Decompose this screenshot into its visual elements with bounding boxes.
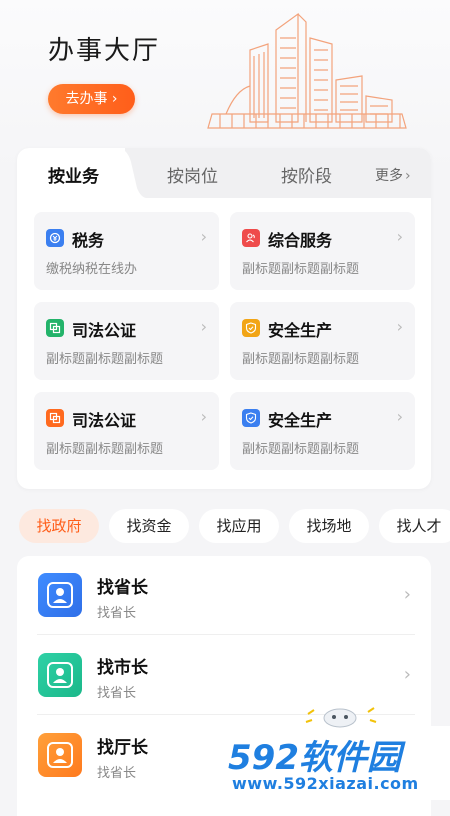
- category-tabs: 按业务 按岗位 按阶段 更多 ›: [17, 148, 431, 198]
- site-watermark: 592软件园 www.592xiazai.com: [222, 707, 450, 800]
- chip-find-venue[interactable]: 找场地: [289, 509, 369, 543]
- tab-by-business[interactable]: 按业务: [48, 162, 99, 187]
- watermark-number: 592: [228, 738, 299, 778]
- service-subtitle: 副标题副标题副标题: [242, 262, 360, 277]
- shield-icon: [242, 319, 260, 337]
- city-skyline-illustration: [207, 12, 407, 129]
- service-subtitle: 副标题副标题副标题: [46, 442, 164, 457]
- notary-icon: [46, 319, 64, 337]
- service-title: 司法公证: [72, 321, 137, 340]
- tax-icon: [46, 229, 64, 247]
- more-tabs-button[interactable]: 更多 ›: [375, 165, 411, 185]
- service-title: 综合服务: [268, 231, 333, 250]
- service-category-card: 按业务 按岗位 按阶段 更多 › 税务 缴税纳税在线办 › 综合服务 副标题副标题…: [17, 148, 431, 489]
- watermark-logo: 592软件园: [228, 730, 401, 779]
- service-subtitle: 副标题副标题副标题: [46, 352, 164, 367]
- service-subtitle: 副标题副标题副标题: [242, 352, 360, 367]
- chevron-right-icon: ›: [200, 407, 207, 426]
- chevron-right-icon: ›: [405, 168, 411, 184]
- service-subtitle: 副标题副标题副标题: [242, 442, 360, 457]
- contact-subtitle: 找省长: [97, 686, 137, 701]
- chip-find-application[interactable]: 找应用: [199, 509, 279, 543]
- contact-subtitle: 找省长: [97, 606, 137, 621]
- people-icon: [242, 229, 260, 247]
- service-tile-tax[interactable]: 税务 缴税纳税在线办 ›: [34, 212, 219, 290]
- chevron-right-icon: ›: [396, 407, 403, 426]
- watermark-url: www.592xiazai.com: [232, 774, 419, 793]
- chevron-right-icon: ›: [200, 227, 207, 246]
- chevron-right-icon: ›: [403, 664, 411, 685]
- divider: [37, 634, 415, 635]
- service-tile-safety[interactable]: 安全生产 副标题副标题副标题 ›: [230, 302, 415, 380]
- service-subtitle: 缴税纳税在线办: [46, 262, 138, 277]
- more-label: 更多: [375, 168, 403, 184]
- service-tile-comprehensive[interactable]: 综合服务 副标题副标题副标题 ›: [230, 212, 415, 290]
- active-tab-curve: [117, 148, 147, 198]
- service-tile-notary-2[interactable]: 司法公证 副标题副标题副标题 ›: [34, 392, 219, 470]
- contact-title: 找市长: [97, 658, 148, 678]
- tab-by-stage[interactable]: 按阶段: [281, 162, 332, 187]
- chip-find-government[interactable]: 找政府: [19, 509, 99, 543]
- person-icon: [38, 733, 82, 777]
- service-title: 税务: [72, 231, 105, 250]
- chip-find-talent[interactable]: 找人才: [379, 509, 450, 543]
- go-do-business-button[interactable]: 去办事 ›: [48, 84, 135, 114]
- chevron-right-icon: ›: [396, 227, 403, 246]
- service-title: 司法公证: [72, 411, 137, 430]
- service-title: 安全生产: [268, 321, 333, 340]
- service-title: 安全生产: [268, 411, 333, 430]
- chevron-right-icon: ›: [403, 584, 411, 605]
- contact-subtitle: 找省长: [97, 766, 137, 781]
- chip-find-funding[interactable]: 找资金: [109, 509, 189, 543]
- contact-title: 找省长: [97, 578, 148, 598]
- list-item[interactable]: 找省长 找省长 ›: [17, 556, 431, 635]
- notary-icon: [46, 409, 64, 427]
- chevron-right-icon: ›: [200, 317, 207, 336]
- person-icon: [38, 573, 82, 617]
- hero-banner: 办事大厅 去办事 ›: [0, 0, 450, 170]
- filter-chips: 找政府 找资金 找应用 找场地 找人才: [0, 509, 450, 543]
- chevron-right-icon: ›: [396, 317, 403, 336]
- service-tile-safety-2[interactable]: 安全生产 副标题副标题副标题 ›: [230, 392, 415, 470]
- service-tile-notary[interactable]: 司法公证 副标题副标题副标题 ›: [34, 302, 219, 380]
- shield-icon: [242, 409, 260, 427]
- watermark-text: 软件园: [298, 738, 401, 778]
- contact-title: 找厅长: [97, 738, 148, 758]
- gamepad-mascot-icon: [305, 707, 377, 728]
- person-icon: [38, 653, 82, 697]
- tab-by-position[interactable]: 按岗位: [167, 162, 218, 187]
- page-title: 办事大厅: [48, 36, 161, 66]
